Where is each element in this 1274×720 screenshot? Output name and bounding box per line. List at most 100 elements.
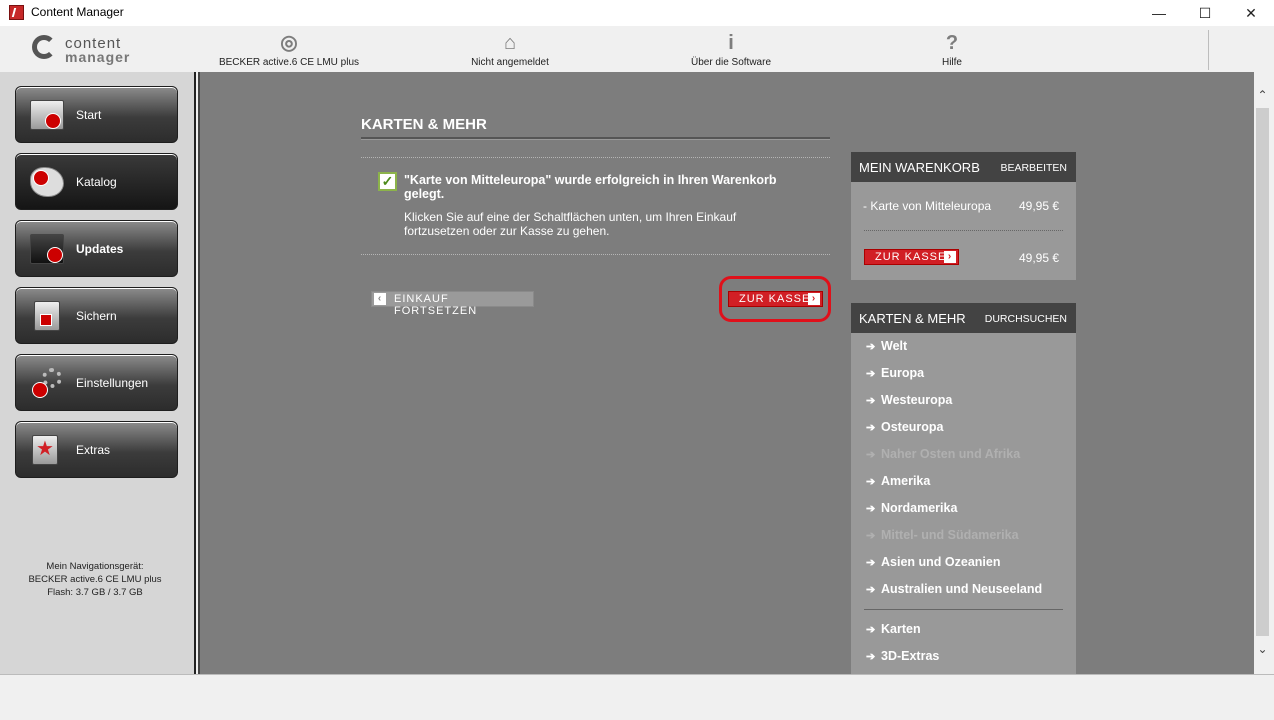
message-top-divider [361, 157, 830, 158]
arrow-right-icon: ➔ [866, 624, 876, 636]
arrow-right-icon: ➔ [866, 476, 876, 488]
nav-updates-label: Updates [76, 242, 124, 256]
arrow-right-icon: ➔ [866, 368, 876, 380]
cart-edit-link[interactable]: BEARBEITEN [1000, 162, 1067, 174]
cart-checkout-label: ZUR KASSE [875, 251, 947, 263]
nav-start-button[interactable]: Start [15, 86, 178, 143]
nav-updates-button[interactable]: Updates [15, 220, 178, 277]
cart-checkout-button[interactable]: ZUR KASSE › [864, 249, 959, 265]
europe-map-icon [30, 167, 64, 197]
logo-text-manager: manager [65, 49, 131, 65]
star-box-icon: ★ [32, 435, 58, 465]
help-toolbar-item[interactable]: ? Hilfe [922, 26, 982, 72]
device-disc-icon: ◎ [280, 32, 298, 54]
device-label: BECKER active.6 CE LMU plus [218, 57, 360, 68]
continue-shopping-label: EINKAUF FORTSETZEN [394, 293, 478, 317]
cart-panel-header: MEIN WARENKORB BEARBEITEN [851, 152, 1076, 182]
arrow-right-icon: ➔ [866, 584, 876, 596]
message-bottom-divider [361, 254, 830, 255]
success-message: "Karte von Mitteleuropa" wurde erfolgrei… [404, 173, 777, 201]
cart-item-price: 49,95 € [1019, 199, 1060, 213]
title-bar: Content Manager — ☐ ✕ [0, 0, 1274, 26]
checkout-label: ZUR KASSE [739, 293, 811, 305]
cart-panel-body [851, 182, 1076, 280]
arrow-right-icon: ➔ [866, 449, 876, 461]
info-icon: i [728, 32, 734, 54]
content-manager-logo: content manager [30, 33, 140, 67]
device-info: Mein Navigationsgerät: BECKER active.6 C… [0, 560, 190, 599]
catalog-item-karten[interactable]: ➔ Karten [866, 622, 921, 636]
arrow-right-icon: ➔ [866, 395, 876, 407]
nav-sichern-button[interactable]: Sichern [15, 287, 178, 344]
scroll-up-icon[interactable]: ⌃ [1254, 86, 1271, 104]
catalog-browse-link[interactable]: DURCHSUCHEN [985, 313, 1067, 325]
scrollbar-thumb[interactable] [1256, 108, 1269, 636]
nav-katalog-label: Katalog [76, 175, 117, 189]
catalog-item-osteuropa[interactable]: ➔ Osteuropa [866, 420, 944, 434]
close-button[interactable]: ✕ [1228, 0, 1274, 26]
user-icon: ⌂ [503, 32, 517, 54]
chevron-left-icon: ‹ [374, 293, 386, 305]
toolbar-divider [1208, 30, 1209, 70]
chevron-right-icon: › [808, 293, 820, 305]
success-hint: Klicken Sie auf eine der Schaltflächen u… [404, 210, 737, 238]
nav-katalog-button[interactable]: Katalog [15, 153, 178, 210]
help-icon: ? [945, 32, 959, 54]
window-title: Content Manager [31, 5, 124, 19]
device-info-heading: Mein Navigationsgerät: [46, 561, 144, 572]
page-title: KARTEN & MEHR [361, 116, 487, 133]
catalog-item-asien[interactable]: ➔ Asien und Ozeanien [866, 555, 1000, 569]
cart-total: 49,95 € [1019, 251, 1060, 265]
success-check-icon: ✓ [378, 172, 397, 191]
app-logo-icon [9, 5, 24, 20]
arrow-right-icon: ➔ [866, 341, 876, 353]
refresh-logo-icon [32, 35, 56, 59]
cart-item-name: - Karte von Mitteleuropa [863, 199, 992, 213]
login-label: Nicht angemeldet [471, 57, 549, 68]
login-toolbar-item[interactable]: ⌂ Nicht angemeldet [450, 26, 570, 72]
heading-divider [361, 137, 830, 140]
chevron-right-icon: › [944, 251, 956, 263]
about-toolbar-item[interactable]: i Über die Software [670, 26, 792, 72]
arrow-right-icon: ➔ [866, 530, 876, 542]
catalog-divider [864, 609, 1063, 610]
catalog-item-mittel-suedamerika: ➔ Mittel- und Südamerika [866, 528, 1019, 542]
nav-extras-button[interactable]: ★ Extras [15, 421, 178, 478]
catalog-item-3d-extras[interactable]: ➔ 3D-Extras [866, 649, 939, 663]
maximize-button[interactable]: ☐ [1182, 0, 1228, 26]
catalog-item-nordamerika[interactable]: ➔ Nordamerika [866, 501, 957, 515]
device-info-model: BECKER active.6 CE LMU plus [28, 574, 162, 585]
catalog-item-welt[interactable]: ➔ Welt [866, 339, 907, 353]
nav-extras-label: Extras [76, 443, 111, 457]
floppy-disk-icon [34, 301, 60, 331]
catalog-item-australien[interactable]: ➔ Australien und Neuseeland [866, 582, 1042, 596]
catalog-item-europa[interactable]: ➔ Europa [866, 366, 924, 380]
arrow-right-icon: ➔ [866, 651, 876, 663]
checkout-button[interactable]: ZUR KASSE › [728, 291, 823, 307]
catalog-item-westeuropa[interactable]: ➔ Westeuropa [866, 393, 952, 407]
scroll-down-icon[interactable]: ⌄ [1254, 640, 1271, 658]
catalog-panel-header: KARTEN & MEHR DURCHSUCHEN [851, 303, 1076, 333]
cart-title: MEIN WARENKORB [859, 160, 980, 175]
arrow-right-icon: ➔ [866, 422, 876, 434]
continue-shopping-button[interactable]: ‹ EINKAUF FORTSETZEN [371, 291, 534, 317]
toolbar: content manager ◎ BECKER active.6 CE LMU… [0, 26, 1274, 72]
gears-icon [30, 368, 64, 398]
nav-sichern-label: Sichern [76, 309, 117, 323]
help-label: Hilfe [941, 57, 962, 68]
catalog-item-naher-osten: ➔ Naher Osten und Afrika [866, 447, 1021, 461]
cart-divider [864, 230, 1063, 231]
catalog-title: KARTEN & MEHR [859, 311, 966, 326]
nav-einstellungen-label: Einstellungen [76, 376, 149, 390]
catalog-item-amerika[interactable]: ➔ Amerika [866, 474, 930, 488]
minimize-button[interactable]: — [1136, 0, 1182, 26]
about-label: Über die Software [690, 57, 772, 68]
nav-start-label: Start [76, 108, 102, 122]
device-toolbar-item[interactable]: ◎ BECKER active.6 CE LMU plus [210, 26, 368, 72]
updates-monitor-icon [30, 234, 64, 264]
status-bar [0, 674, 1274, 720]
device-info-flash: Flash: 3.7 GB / 3.7 GB [47, 587, 143, 598]
main-content [198, 72, 1254, 674]
arrow-right-icon: ➔ [866, 557, 876, 569]
nav-einstellungen-button[interactable]: Einstellungen [15, 354, 178, 411]
